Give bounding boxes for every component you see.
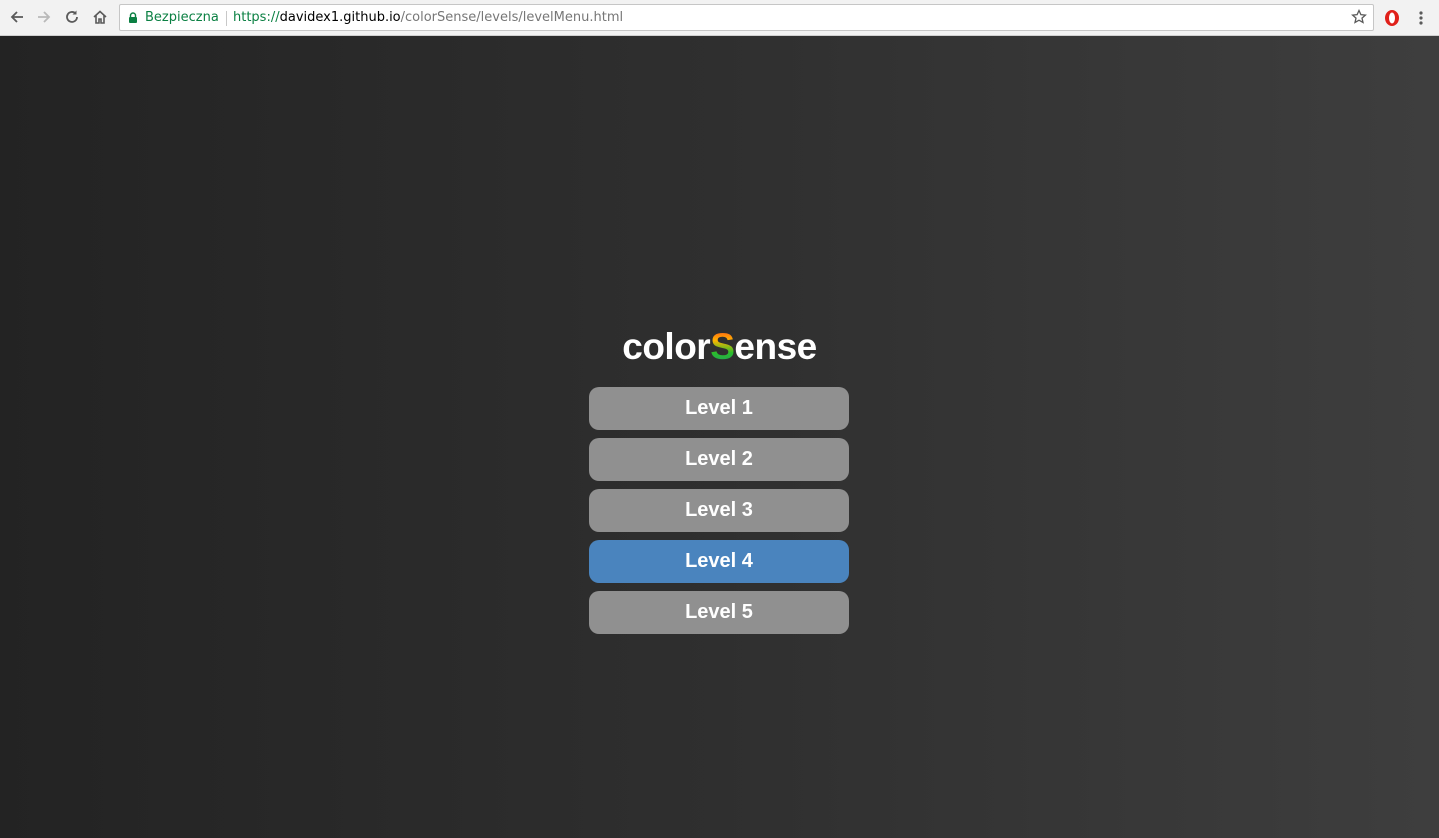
home-button[interactable] <box>89 6 111 28</box>
secure-label[interactable]: Bezpieczna <box>145 5 219 30</box>
opera-icon[interactable] <box>1383 8 1401 28</box>
url-scheme: https:// <box>233 10 280 25</box>
url-path: /colorSense/levels/levelMenu.html <box>400 10 624 25</box>
lock-icon <box>129 12 137 23</box>
page-content: colorSense Level 1 Level 2 Level 3 Level… <box>0 36 1439 838</box>
level-4-button[interactable]: Level 4 <box>589 540 849 583</box>
level-list: Level 1 Level 2 Level 3 Level 4 Level 5 <box>589 387 849 642</box>
star-icon[interactable] <box>1351 9 1367 25</box>
title-prefix: color <box>622 326 711 367</box>
reload-icon <box>66 10 78 23</box>
level-2-button[interactable]: Level 2 <box>589 438 849 481</box>
back-arrow-icon <box>10 11 23 23</box>
more-vert-icon[interactable] <box>1413 8 1429 28</box>
title-highlight: S <box>710 326 735 367</box>
forward-button[interactable] <box>33 6 55 28</box>
title-suffix: ense <box>734 326 817 367</box>
level-3-button[interactable]: Level 3 <box>589 489 849 532</box>
address-bar[interactable]: Bezpieczna https://davidex1.github.io/co… <box>119 4 1374 31</box>
app-title: colorSense <box>0 326 1439 368</box>
omnibox-divider <box>226 11 227 26</box>
url-text[interactable]: https://davidex1.github.io/colorSense/le… <box>233 5 623 30</box>
home-icon <box>93 10 107 24</box>
reload-button[interactable] <box>61 6 83 28</box>
url-host: davidex1.github.io <box>279 10 401 25</box>
level-5-button[interactable]: Level 5 <box>589 591 849 634</box>
browser-toolbar: Bezpieczna https://davidex1.github.io/co… <box>0 0 1439 36</box>
back-button[interactable] <box>6 6 28 28</box>
forward-arrow-icon <box>38 11 51 23</box>
level-1-button[interactable]: Level 1 <box>589 387 849 430</box>
